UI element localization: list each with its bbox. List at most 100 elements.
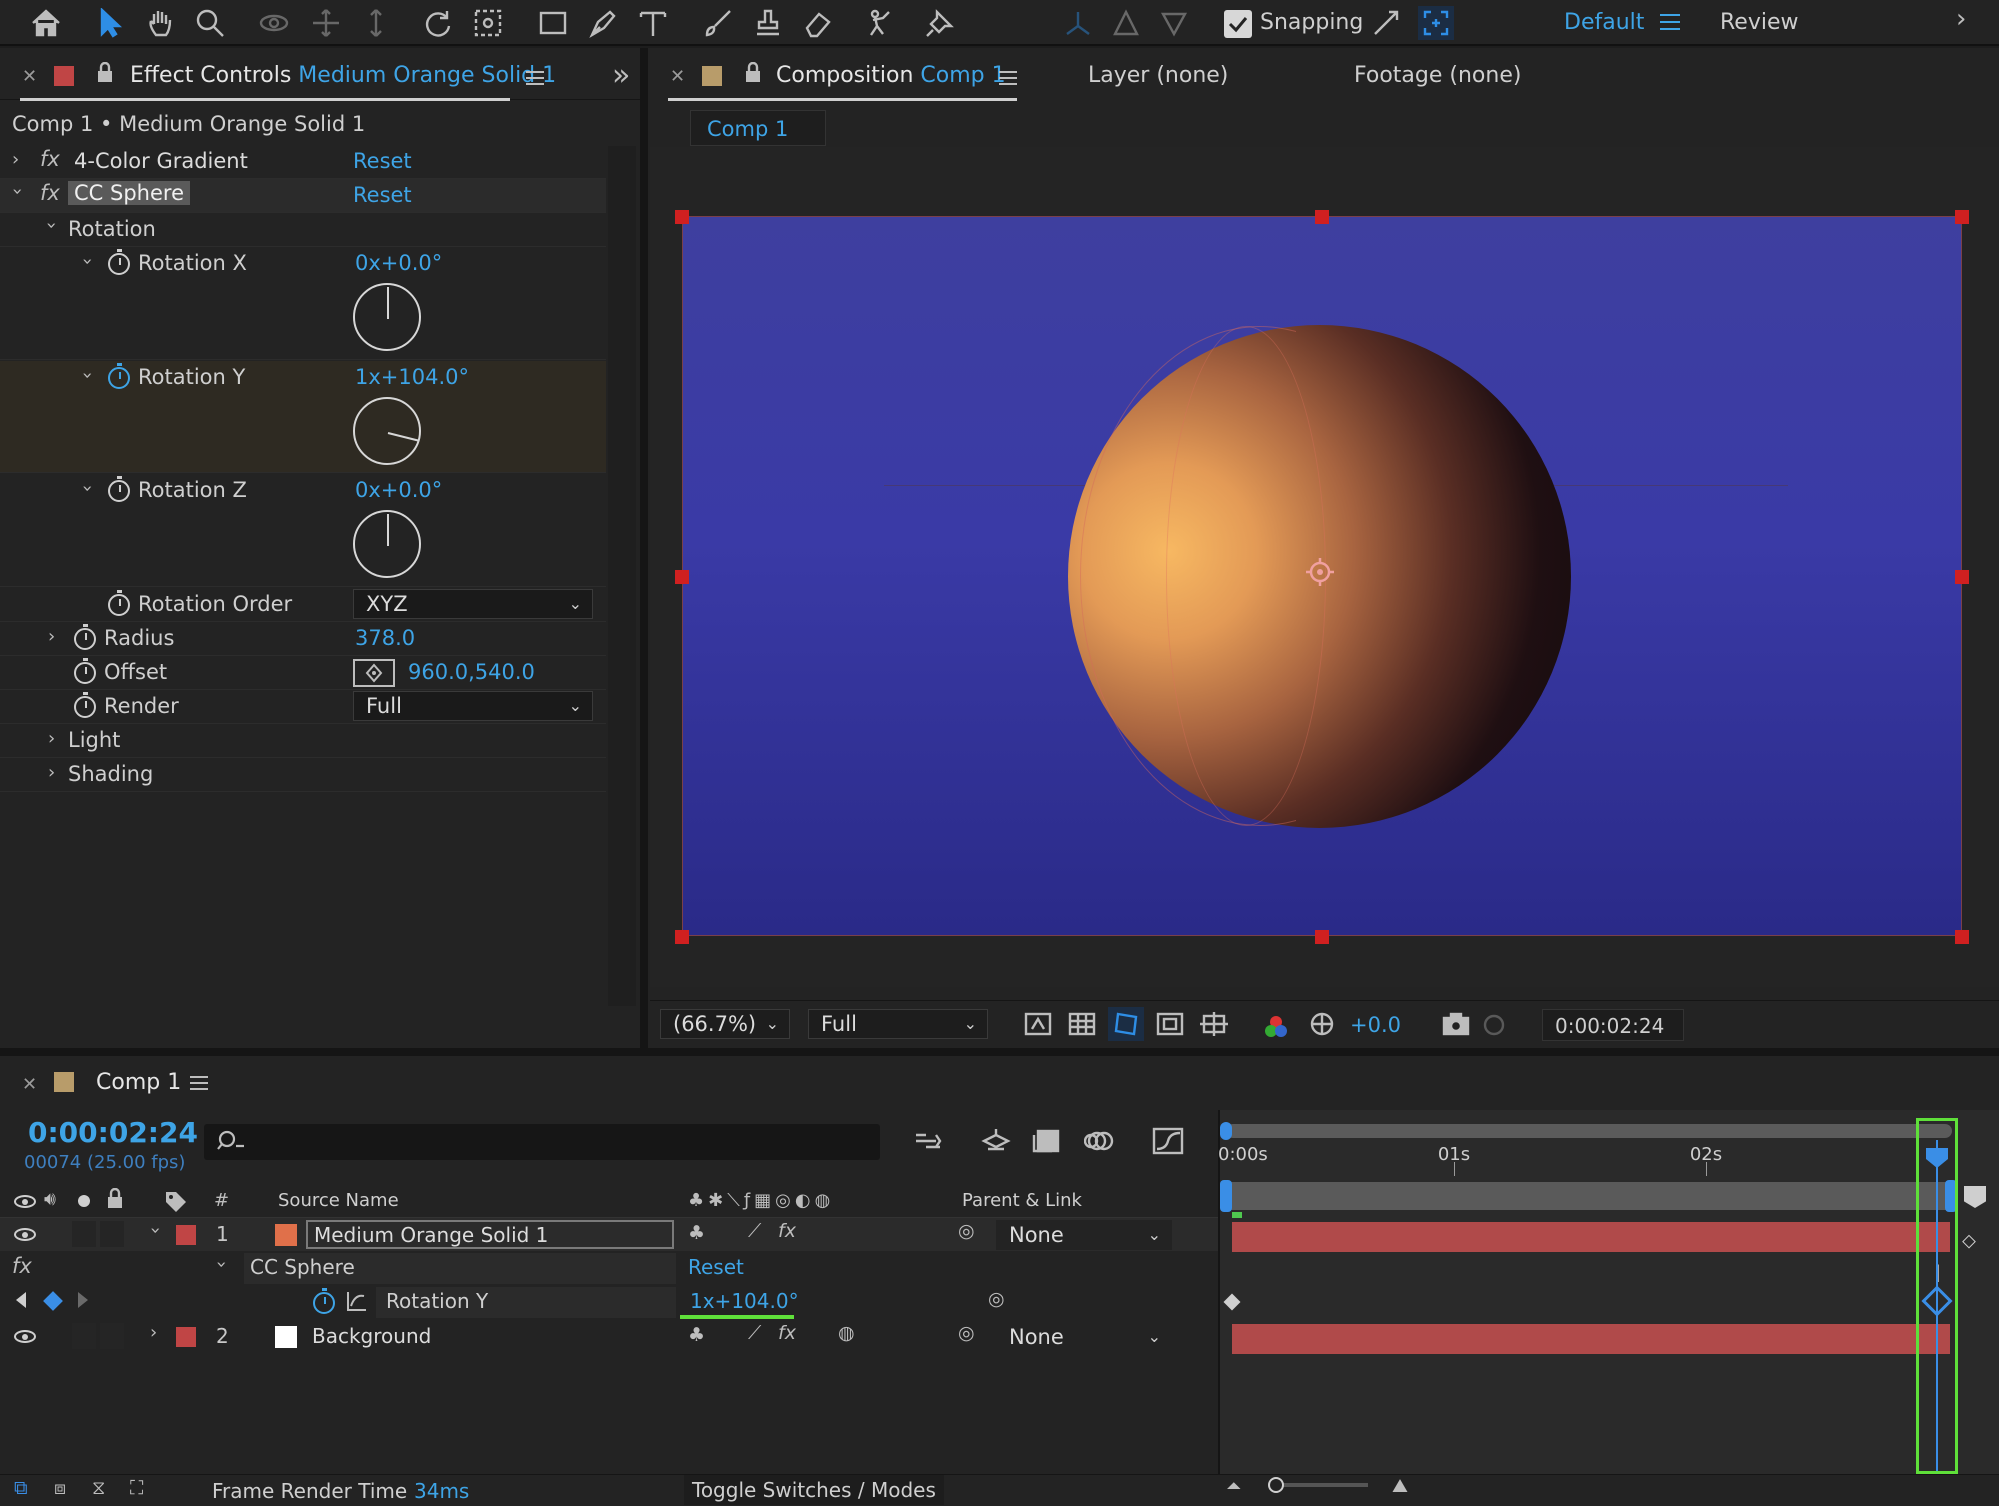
snap-options-icon[interactable] bbox=[1368, 6, 1404, 40]
timeline-layer-row[interactable]: › 2 Background ♣ ⟋ fx ◍ ◎ None ⌄ bbox=[0, 1320, 1218, 1353]
solo-icon[interactable] bbox=[78, 1195, 90, 1207]
property-value[interactable]: 1x+104.0° bbox=[690, 1289, 799, 1313]
fx-icon[interactable]: fx bbox=[40, 181, 60, 205]
panel-menu-icon[interactable] bbox=[190, 1076, 208, 1090]
modes-toggle-icon[interactable]: ⧈ bbox=[54, 1477, 66, 1499]
graph-editor-icon[interactable] bbox=[1150, 1124, 1186, 1158]
transform-handle[interactable] bbox=[675, 210, 689, 224]
in-out-toggle-icon[interactable]: ⧖ bbox=[92, 1477, 105, 1499]
timeline-timecode[interactable]: 0:00:02:24 bbox=[28, 1116, 198, 1149]
collapse-chevron-icon[interactable]: › bbox=[77, 372, 98, 379]
selection-tool-icon[interactable] bbox=[92, 6, 128, 40]
anchor-point-icon[interactable] bbox=[1304, 556, 1336, 588]
rotation-y-dial[interactable] bbox=[353, 397, 421, 465]
eraser-tool-icon[interactable] bbox=[800, 6, 836, 40]
workspace-default[interactable]: Default bbox=[1564, 10, 1644, 35]
clone-stamp-tool-icon[interactable] bbox=[750, 6, 786, 40]
zoom-dropdown[interactable]: (66.7%) ⌄ bbox=[660, 1009, 790, 1039]
close-panel-icon[interactable]: ✕ bbox=[670, 66, 685, 87]
expand-chevron-icon[interactable]: › bbox=[48, 728, 55, 749]
composition-mini-flowchart-icon[interactable] bbox=[910, 1124, 946, 1158]
pick-whip-icon[interactable]: ◎ bbox=[958, 1322, 975, 1344]
reset-link[interactable]: Reset bbox=[353, 183, 412, 207]
collapse-chevron-icon[interactable]: › bbox=[77, 485, 98, 492]
snapping-checkbox[interactable] bbox=[1224, 10, 1252, 38]
pan-camera-icon[interactable] bbox=[308, 6, 344, 40]
eye-icon[interactable] bbox=[14, 1228, 36, 1241]
effect-row-cc-sphere[interactable]: › fx CC Sphere Reset bbox=[0, 179, 606, 213]
zoom-in-icon[interactable]: ⛰ bbox=[1392, 1475, 1408, 1497]
offset-value[interactable]: 960.0,540.0 bbox=[408, 660, 535, 684]
effect-controls-scrollbar[interactable] bbox=[608, 146, 636, 1006]
label-tag-icon[interactable] bbox=[164, 1190, 188, 1212]
lock-switch[interactable] bbox=[100, 1221, 124, 1247]
local-axis-mode-icon[interactable] bbox=[1060, 6, 1096, 40]
comp-breadcrumb[interactable]: Comp 1 bbox=[690, 110, 826, 146]
viewer-timecode[interactable]: 0:00:02:24 bbox=[1542, 1009, 1684, 1041]
transform-handle[interactable] bbox=[1315, 930, 1329, 944]
fx-icon[interactable]: fx bbox=[12, 1254, 32, 1278]
point-target-icon[interactable] bbox=[353, 659, 395, 687]
composition-tab[interactable]: Composition Comp 1 bbox=[776, 63, 1006, 88]
transparency-grid-icon[interactable] bbox=[1064, 1007, 1100, 1041]
transform-handle[interactable] bbox=[1955, 570, 1969, 584]
timeline-property-row[interactable]: Rotation Y 1x+104.0° ◎ bbox=[0, 1286, 1218, 1319]
stopwatch-icon[interactable] bbox=[108, 590, 130, 616]
effect-controls-tab[interactable]: Effect Controls Medium Orange Solid 1 bbox=[130, 63, 556, 88]
light-group-row[interactable]: › Light bbox=[0, 724, 606, 758]
expand-chevron-icon[interactable]: › bbox=[12, 149, 19, 170]
stopwatch-icon[interactable] bbox=[74, 624, 96, 650]
zoom-tool-icon[interactable] bbox=[192, 6, 228, 40]
collapse-chevron-icon[interactable]: › bbox=[7, 188, 28, 195]
expand-chevron-icon[interactable]: › bbox=[150, 1322, 157, 1343]
hand-tool-icon[interactable] bbox=[142, 6, 178, 40]
workspace-menu-icon[interactable] bbox=[1660, 14, 1680, 30]
resolution-dropdown[interactable]: Full ⌄ bbox=[808, 1009, 988, 1039]
exposure-reset-icon[interactable] bbox=[1304, 1007, 1340, 1041]
motion-blur-switch-icon[interactable]: ◍ bbox=[838, 1322, 855, 1344]
effect-row-4-color-gradient[interactable]: › fx 4-Color Gradient Reset bbox=[0, 145, 606, 179]
transform-handle[interactable] bbox=[1955, 210, 1969, 224]
parent-link-header[interactable]: Parent & Link bbox=[962, 1190, 1082, 1211]
fast-previews-icon[interactable] bbox=[1020, 1007, 1056, 1041]
mask-visibility-icon[interactable] bbox=[1108, 1007, 1144, 1041]
collapse-chevron-icon[interactable]: › bbox=[77, 258, 98, 265]
pen-tool-icon[interactable] bbox=[585, 6, 621, 40]
stopwatch-icon[interactable] bbox=[74, 658, 96, 684]
snapshot-camera-icon[interactable] bbox=[1438, 1007, 1474, 1041]
timeline-effect-row[interactable]: fx › CC Sphere Reset bbox=[0, 1252, 1218, 1285]
rotation-z-dial[interactable] bbox=[353, 510, 421, 578]
panel-expand-icon[interactable]: » bbox=[612, 58, 630, 93]
lock-switch[interactable] bbox=[100, 1323, 124, 1349]
fx-switch-icon[interactable]: fx bbox=[778, 1322, 796, 1344]
render-time-toggle-icon[interactable]: ⛶ bbox=[130, 1477, 143, 1499]
audio-icon[interactable]: 🔊︎ bbox=[44, 1188, 56, 1210]
rotate-tool-icon[interactable] bbox=[420, 6, 456, 40]
parent-dropdown[interactable]: None ⌄ bbox=[996, 1322, 1172, 1352]
render-dropdown[interactable]: Full ⌄ bbox=[353, 691, 593, 721]
show-snapshot-icon[interactable] bbox=[1476, 1007, 1512, 1041]
layer-label-swatch[interactable] bbox=[176, 1327, 196, 1347]
shy-switch-icon[interactable]: ♣ bbox=[688, 1222, 705, 1244]
rotation-z-value[interactable]: 0x+0.0° bbox=[355, 478, 442, 502]
rotation-x-value[interactable]: 0x+0.0° bbox=[355, 251, 442, 275]
orbit-camera-icon[interactable] bbox=[256, 6, 292, 40]
close-panel-icon[interactable]: ✕ bbox=[22, 66, 37, 87]
draft-3d-icon[interactable] bbox=[978, 1124, 1014, 1158]
stopwatch-icon[interactable] bbox=[108, 249, 130, 275]
collapse-chevron-icon[interactable]: › bbox=[211, 1261, 232, 1268]
timeline-layer-row[interactable]: › 1 Medium Orange Solid 1 ♣ ⟋ fx ◎ None … bbox=[0, 1218, 1218, 1251]
region-of-interest-icon[interactable] bbox=[1152, 1007, 1188, 1041]
toolbar-overflow-icon[interactable]: › bbox=[1956, 4, 1966, 34]
time-ruler[interactable]: 0:00s 01s 02s bbox=[1218, 1140, 1958, 1180]
reset-link[interactable]: Reset bbox=[353, 149, 412, 173]
home-icon[interactable] bbox=[28, 6, 64, 40]
solo-switch[interactable] bbox=[72, 1323, 96, 1349]
exposure-value[interactable]: +0.0 bbox=[1350, 1013, 1401, 1037]
type-tool-icon[interactable] bbox=[635, 6, 671, 40]
zoom-slider-track[interactable] bbox=[1272, 1483, 1368, 1487]
shading-group-row[interactable]: › Shading bbox=[0, 758, 606, 792]
layer-switches-toggle-icon[interactable]: ⧉ bbox=[14, 1477, 28, 1499]
quality-switch-icon[interactable]: ⟋ bbox=[748, 1322, 761, 1344]
time-navigator[interactable] bbox=[1226, 1124, 1952, 1138]
